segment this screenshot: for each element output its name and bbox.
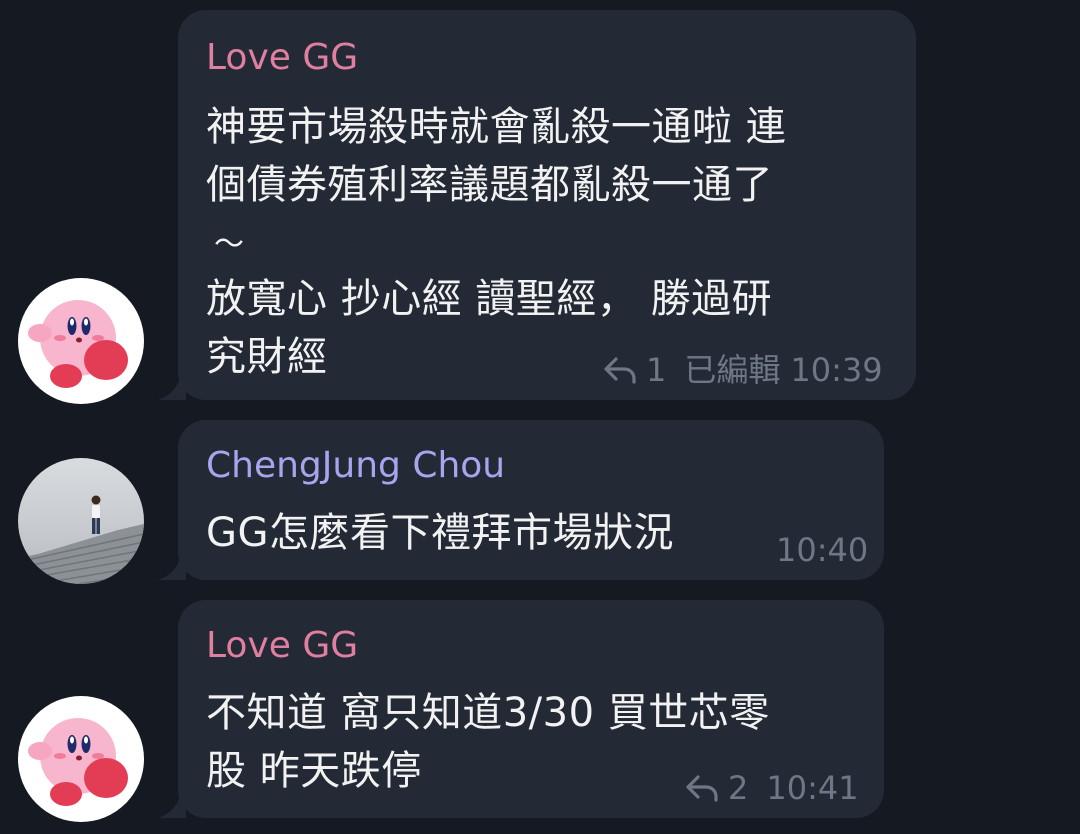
person-on-stairs-avatar[interactable] — [18, 458, 144, 584]
message-text-line: 放寬心 抄心經 讀聖經， 勝過研 — [206, 276, 773, 322]
chat-history[interactable]: Love GG 神要市場殺時就會亂殺一通啦 連 個債券殖利率議題都亂殺一通了 ～… — [0, 0, 1080, 834]
reply-icon[interactable] — [684, 773, 720, 803]
reply-count[interactable]: 1 — [646, 350, 666, 390]
message-meta: 10:40 — [776, 530, 868, 570]
message-text-line: 究財經 — [206, 334, 328, 380]
message-text-line: GG怎麼看下禮拜市場狀況 — [206, 510, 674, 556]
message-text-line: 不知道 窩只知道3/30 買世芯零 — [206, 690, 770, 736]
sender-name[interactable]: Love GG — [206, 38, 358, 78]
kirby-avatar[interactable] — [18, 278, 144, 404]
sender-name[interactable]: Love GG — [206, 626, 358, 666]
edited-label: 已編輯 — [684, 351, 781, 389]
message-time: 10:41 — [766, 769, 859, 807]
message-text-line: ～ — [214, 227, 245, 262]
message-text-line: 神要市場殺時就會亂殺一通啦 連 — [206, 104, 787, 150]
message-text-line: 個債券殖利率議題都亂殺一通了 — [206, 162, 773, 208]
message-time: 10:40 — [776, 531, 869, 569]
sender-name[interactable]: ChengJung Chou — [206, 446, 505, 486]
message-text-line: 股 昨天跌停 — [206, 748, 422, 794]
message-meta: 1 已編輯 10:39 — [602, 350, 883, 390]
reply-icon[interactable] — [602, 355, 638, 385]
message-bubble[interactable]: ChengJung Chou GG怎麼看下禮拜市場狀況 10:40 — [178, 420, 884, 580]
message-bubble[interactable]: Love GG 不知道 窩只知道3/30 買世芯零 股 昨天跌停 2 10:41 — [178, 600, 884, 818]
reply-count[interactable]: 2 — [728, 768, 748, 808]
message-bubble[interactable]: Love GG 神要市場殺時就會亂殺一通啦 連 個債券殖利率議題都亂殺一通了 ～… — [178, 10, 916, 400]
message-time: 10:39 — [790, 351, 883, 389]
kirby-avatar[interactable] — [18, 696, 144, 822]
message-meta: 2 10:41 — [684, 768, 859, 808]
